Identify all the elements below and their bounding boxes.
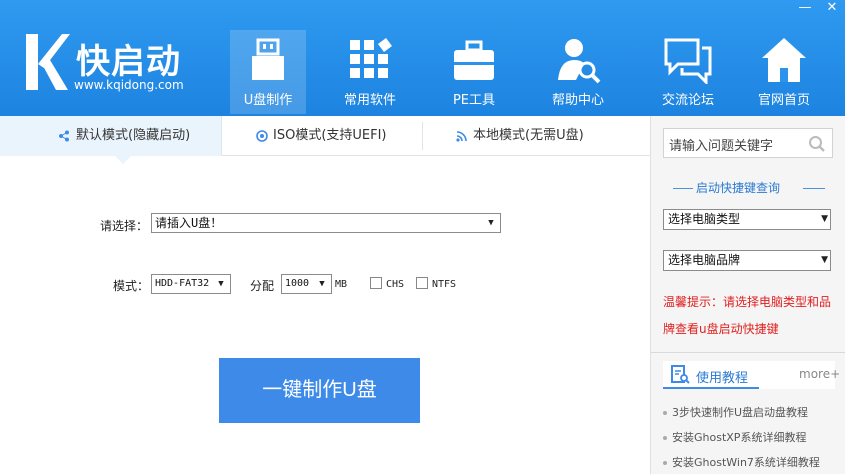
right-panel: 请输入问题关键字 启动快捷键查询 选择电脑类型 ▼ 选择电脑品牌 ▼ 温馨提示：… xyxy=(650,116,845,474)
nav-label: 官网首页 xyxy=(757,93,810,108)
nav-forum[interactable]: 交流论坛 xyxy=(650,30,726,114)
toolbox-icon xyxy=(454,40,494,80)
computer-type-select[interactable]: 选择电脑类型 ▼ xyxy=(663,209,831,230)
tutorial-header: 使用教程 more+ xyxy=(663,361,840,389)
share-icon xyxy=(59,130,69,142)
tip-text: 温馨提示：请选择电脑类型和品牌查看u盘启动快捷键 xyxy=(663,295,832,336)
nav-label: 帮助中心 xyxy=(551,93,604,108)
nav-official-home[interactable]: 官网首页 xyxy=(746,30,822,114)
tutorial-underline xyxy=(663,387,759,389)
ntfs-label: NTFS xyxy=(432,279,457,290)
mode-select-value: HDD-FAT32 xyxy=(155,278,210,289)
rss-icon xyxy=(456,131,467,142)
panel-divider xyxy=(651,352,845,353)
apps-grid-icon xyxy=(350,38,392,78)
active-tab-pointer xyxy=(115,156,131,164)
header-bar: 快启动 www.kqidong.com — ✕ U盘制作 常用软件 PE工具 帮… xyxy=(0,0,845,116)
nav-label: 交流论坛 xyxy=(661,93,714,108)
usb-drive-select-value: 请插入U盘！ xyxy=(155,216,223,230)
usb-drive-select[interactable]: 请插入U盘！ ▼ xyxy=(151,213,501,233)
tab-label: 默认模式(隐藏启动) xyxy=(76,128,191,143)
tab-default-mode[interactable]: 默认模式(隐藏启动) xyxy=(0,116,222,156)
section-rule-left xyxy=(673,188,693,189)
mode-select[interactable]: HDD-FAT32 ▼ xyxy=(151,274,231,294)
app-name: 快启动 xyxy=(76,42,181,82)
more-link[interactable]: more+ xyxy=(799,367,840,381)
make-usb-button[interactable]: 一键制作U盘 xyxy=(219,358,420,423)
usb-drive-icon xyxy=(252,38,284,80)
computer-brand-value: 选择电脑品牌 xyxy=(668,253,741,267)
alloc-unit: MB xyxy=(335,279,348,290)
nav-label: 常用软件 xyxy=(343,93,396,108)
shortcut-query-title: 启动快捷键查询 xyxy=(696,181,781,195)
tutorial-link-3[interactable]: 安装GhostWin7系统详细教程 xyxy=(663,454,820,470)
ntfs-checkbox[interactable] xyxy=(416,277,428,289)
search-input-placeholder: 请输入问题关键字 xyxy=(669,139,774,154)
tutorial-link-2[interactable]: 安装GhostXP系统详细教程 xyxy=(663,429,806,445)
document-search-icon xyxy=(671,365,690,384)
chevron-down-icon: ▼ xyxy=(821,255,828,265)
minimize-button[interactable]: — xyxy=(795,0,815,18)
chs-checkbox[interactable] xyxy=(370,277,382,289)
chs-label: CHS xyxy=(386,279,405,290)
nav-usb-make[interactable]: U盘制作 xyxy=(230,30,306,114)
close-button[interactable]: ✕ xyxy=(822,0,842,18)
nav-label: U盘制作 xyxy=(243,93,293,108)
tab-label: 本地模式(无需U盘) xyxy=(473,128,584,143)
chat-bubbles-icon xyxy=(664,38,712,84)
tutorial-link-1[interactable]: 3步快速制作U盘启动盘教程 xyxy=(663,404,808,420)
disc-icon xyxy=(256,130,268,142)
app-window: 快启动 www.kqidong.com — ✕ U盘制作 常用软件 PE工具 帮… xyxy=(0,0,845,474)
search-icon[interactable] xyxy=(808,135,826,153)
user-search-icon xyxy=(558,39,601,84)
k-logo-icon xyxy=(26,34,70,90)
search-box[interactable]: 请输入问题关键字 xyxy=(663,128,833,158)
alloc-size-value: 1000 xyxy=(285,278,310,289)
mode-tabs: 默认模式(隐藏启动) ISO模式(支持UEFI) 本地模式(无需U盘) xyxy=(0,116,650,156)
computer-brand-select[interactable]: 选择电脑品牌 ▼ xyxy=(663,250,831,271)
tab-label: ISO模式(支持UEFI) xyxy=(273,128,387,143)
chevron-down-icon: ▼ xyxy=(319,279,325,289)
tab-local-mode[interactable]: 本地模式(无需U盘) xyxy=(423,116,650,156)
nav-pe-tools[interactable]: PE工具 xyxy=(436,30,512,114)
alloc-label: 分配 xyxy=(250,279,275,293)
chevron-down-icon: ▼ xyxy=(218,279,224,289)
nav-label: PE工具 xyxy=(452,93,496,108)
mode-label: 模式： xyxy=(113,279,150,293)
nav-common-software[interactable]: 常用软件 xyxy=(332,30,408,114)
usb-select-label: 请选择： xyxy=(100,219,149,233)
chevron-down-icon: ▼ xyxy=(821,214,828,224)
app-url: www.kqidong.com xyxy=(74,78,184,92)
computer-type-value: 选择电脑类型 xyxy=(668,212,741,226)
home-icon xyxy=(762,38,806,82)
alloc-size-select[interactable]: 1000 ▼ xyxy=(281,274,332,294)
section-rule-right xyxy=(803,188,825,189)
tutorial-title: 使用教程 xyxy=(696,371,749,386)
nav-help-center[interactable]: 帮助中心 xyxy=(540,30,616,114)
tab-iso-mode[interactable]: ISO模式(支持UEFI) xyxy=(222,116,422,156)
chevron-down-icon: ▼ xyxy=(488,218,494,228)
